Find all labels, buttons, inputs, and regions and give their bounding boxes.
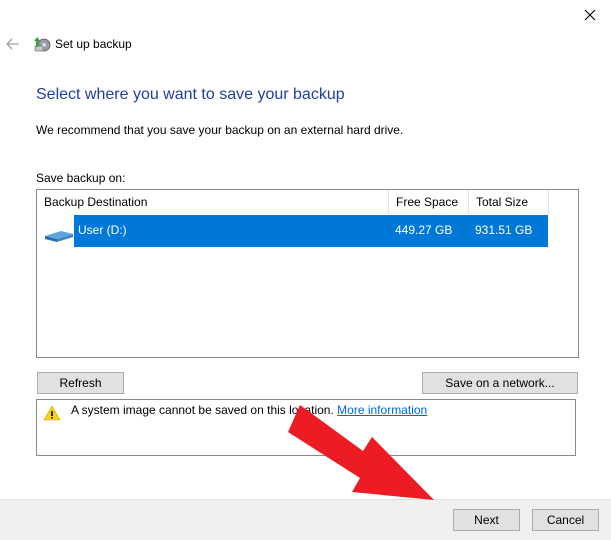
info-message: A system image cannot be saved on this l… (71, 403, 334, 417)
list-row-drive-d[interactable]: User (D:) 449.27 GB 931.51 GB (37, 214, 548, 248)
back-button[interactable] (5, 37, 21, 51)
info-message-line: A system image cannot be saved on this l… (71, 403, 427, 417)
save-on-network-button[interactable]: Save on a network... (422, 372, 578, 394)
next-button[interactable]: Next (453, 509, 520, 531)
backup-destination-list[interactable]: Backup Destination Free Space Total Size… (36, 189, 579, 358)
column-header-total-size[interactable]: Total Size (469, 190, 549, 214)
cell-destination: User (D:) (78, 223, 127, 237)
info-box: A system image cannot be saved on this l… (36, 399, 576, 456)
warning-icon (43, 405, 61, 421)
recommendation-text: We recommend that you save your backup o… (36, 123, 404, 137)
close-button[interactable] (580, 6, 600, 26)
column-header-free-space[interactable]: Free Space (389, 190, 469, 214)
list-header: Backup Destination Free Space Total Size (37, 190, 549, 214)
cell-free-space: 449.27 GB (395, 223, 453, 237)
backup-icon (33, 35, 51, 53)
window-title: Set up backup (55, 37, 132, 51)
save-backup-on-label: Save backup on: (36, 171, 126, 185)
more-information-link[interactable]: More information (337, 403, 427, 417)
cancel-button[interactable]: Cancel (532, 509, 599, 531)
close-icon (584, 9, 596, 21)
page-heading: Select where you want to save your backu… (36, 86, 345, 103)
refresh-button[interactable]: Refresh (37, 372, 124, 394)
cell-total-size: 931.51 GB (475, 223, 533, 237)
column-header-destination[interactable]: Backup Destination (37, 190, 389, 214)
back-arrow-icon (6, 38, 19, 50)
drive-icon (45, 231, 73, 242)
